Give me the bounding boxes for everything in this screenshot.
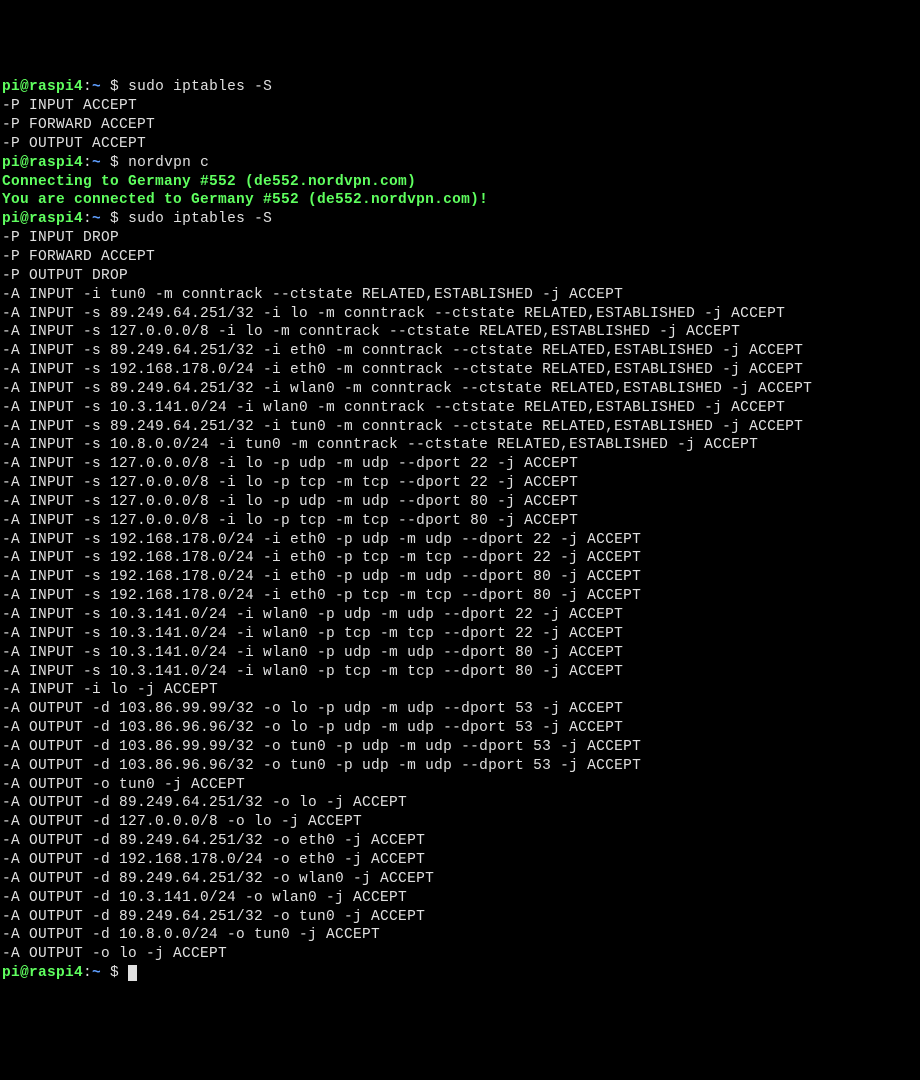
prompt-path: ~ [92,79,110,95]
prompt-user: pi@raspi4 [2,79,83,95]
output-line: -A INPUT -s 89.249.64.251/32 -i wlan0 -m… [2,380,918,399]
command-text: nordvpn c [128,155,209,171]
output-line: -A INPUT -s 127.0.0.0/8 -i lo -p udp -m … [2,455,918,474]
prompt-user: pi@raspi4 [2,155,83,171]
prompt-path: ~ [92,965,110,981]
output-line: -A OUTPUT -d 89.249.64.251/32 -o tun0 -j… [2,908,918,927]
output-line: -A INPUT -s 192.168.178.0/24 -i eth0 -m … [2,361,918,380]
output-line: -P OUTPUT ACCEPT [2,135,918,154]
output-line: -P OUTPUT DROP [2,267,918,286]
output-line: -P INPUT ACCEPT [2,97,918,116]
output-line: -A INPUT -s 10.8.0.0/24 -i tun0 -m connt… [2,436,918,455]
command-text: sudo iptables -S [128,211,272,227]
prompt-line: pi@raspi4:~ $ sudo iptables -S [2,210,918,229]
terminal-window[interactable]: pi@raspi4:~ $ sudo iptables -S-P INPUT A… [2,78,918,983]
output-line: -A INPUT -s 127.0.0.0/8 -i lo -p tcp -m … [2,474,918,493]
output-line: -A INPUT -s 10.3.141.0/24 -i wlan0 -p ud… [2,606,918,625]
output-line: -A OUTPUT -o tun0 -j ACCEPT [2,776,918,795]
output-line: -A OUTPUT -d 103.86.99.99/32 -o lo -p ud… [2,700,918,719]
output-line: -A INPUT -i lo -j ACCEPT [2,681,918,700]
output-line: -A OUTPUT -o lo -j ACCEPT [2,945,918,964]
vpn-status-line: Connecting to Germany #552 (de552.nordvp… [2,173,918,192]
prompt-path: ~ [92,155,110,171]
output-line: -A INPUT -s 127.0.0.0/8 -i lo -p tcp -m … [2,512,918,531]
output-line: -P INPUT DROP [2,229,918,248]
output-line: -A OUTPUT -d 103.86.99.99/32 -o tun0 -p … [2,738,918,757]
output-line: -A OUTPUT -d 10.8.0.0/24 -o tun0 -j ACCE… [2,926,918,945]
prompt-line: pi@raspi4:~ $ [2,964,918,983]
output-line: -P FORWARD ACCEPT [2,248,918,267]
prompt-separator: : [83,79,92,95]
prompt-line: pi@raspi4:~ $ nordvpn c [2,154,918,173]
output-line: -A INPUT -s 10.3.141.0/24 -i wlan0 -p ud… [2,644,918,663]
output-line: -A OUTPUT -d 89.249.64.251/32 -o lo -j A… [2,794,918,813]
output-line: -A OUTPUT -d 192.168.178.0/24 -o eth0 -j… [2,851,918,870]
prompt-separator: : [83,155,92,171]
output-line: -A INPUT -s 192.168.178.0/24 -i eth0 -p … [2,549,918,568]
output-line: -A INPUT -s 10.3.141.0/24 -i wlan0 -m co… [2,399,918,418]
prompt-separator: : [83,965,92,981]
cursor [128,965,137,981]
output-line: -A OUTPUT -d 89.249.64.251/32 -o wlan0 -… [2,870,918,889]
output-line: -A INPUT -i tun0 -m conntrack --ctstate … [2,286,918,305]
prompt-user: pi@raspi4 [2,965,83,981]
prompt-symbol: $ [110,211,128,227]
output-line: -P FORWARD ACCEPT [2,116,918,135]
prompt-symbol: $ [110,79,128,95]
output-line: -A INPUT -s 89.249.64.251/32 -i eth0 -m … [2,342,918,361]
prompt-symbol: $ [110,155,128,171]
output-line: -A OUTPUT -d 103.86.96.96/32 -o tun0 -p … [2,757,918,776]
output-line: -A INPUT -s 192.168.178.0/24 -i eth0 -p … [2,568,918,587]
output-line: -A INPUT -s 127.0.0.0/8 -i lo -m conntra… [2,323,918,342]
output-line: -A OUTPUT -d 103.86.96.96/32 -o lo -p ud… [2,719,918,738]
prompt-symbol: $ [110,965,128,981]
output-line: -A INPUT -s 127.0.0.0/8 -i lo -p udp -m … [2,493,918,512]
output-line: -A INPUT -s 89.249.64.251/32 -i tun0 -m … [2,418,918,437]
output-line: -A OUTPUT -d 127.0.0.0/8 -o lo -j ACCEPT [2,813,918,832]
prompt-line: pi@raspi4:~ $ sudo iptables -S [2,78,918,97]
output-line: -A INPUT -s 192.168.178.0/24 -i eth0 -p … [2,587,918,606]
command-text: sudo iptables -S [128,79,272,95]
prompt-user: pi@raspi4 [2,211,83,227]
output-line: -A INPUT -s 192.168.178.0/24 -i eth0 -p … [2,531,918,550]
output-line: -A INPUT -s 10.3.141.0/24 -i wlan0 -p tc… [2,625,918,644]
prompt-separator: : [83,211,92,227]
vpn-status-line: You are connected to Germany #552 (de552… [2,191,918,210]
prompt-path: ~ [92,211,110,227]
output-line: -A OUTPUT -d 10.3.141.0/24 -o wlan0 -j A… [2,889,918,908]
output-line: -A INPUT -s 10.3.141.0/24 -i wlan0 -p tc… [2,663,918,682]
output-line: -A INPUT -s 89.249.64.251/32 -i lo -m co… [2,305,918,324]
output-line: -A OUTPUT -d 89.249.64.251/32 -o eth0 -j… [2,832,918,851]
